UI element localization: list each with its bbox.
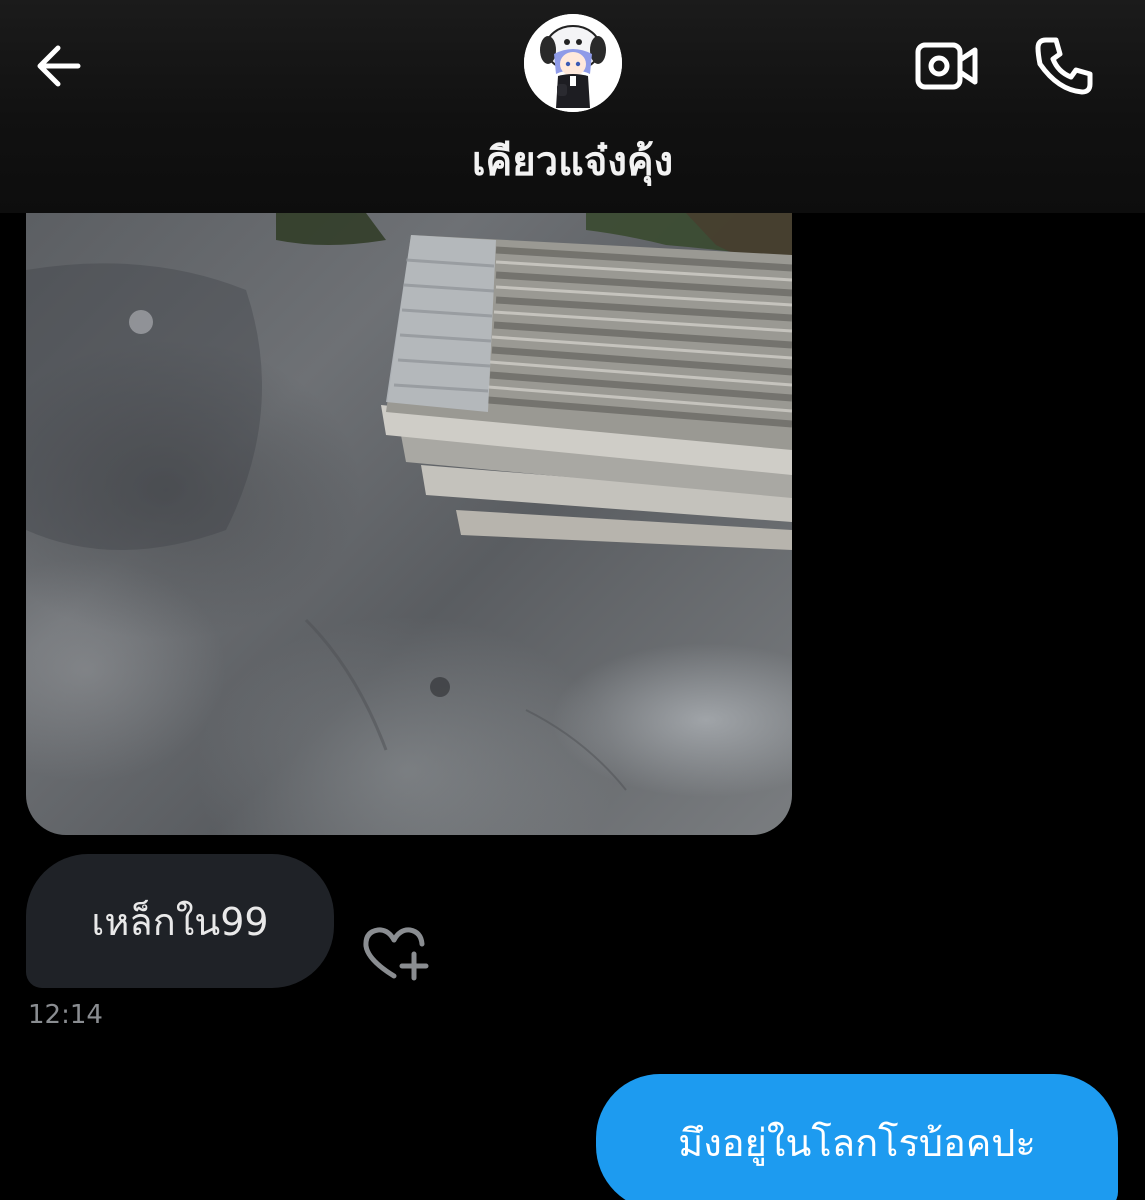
heart-plus-icon	[363, 927, 429, 981]
arrow-left-icon	[37, 45, 81, 87]
back-button[interactable]	[22, 30, 94, 102]
contact-avatar[interactable]	[524, 14, 622, 112]
phone-icon	[1035, 37, 1093, 95]
outgoing-message-bubble[interactable]: มึงอยู่ในโลกโรบ้อคปะ	[596, 1074, 1118, 1200]
video-call-button[interactable]	[905, 28, 989, 104]
add-reaction-button[interactable]	[358, 924, 430, 984]
contact-name[interactable]: เคียวแจ๋งคุ้ง	[0, 132, 1145, 192]
image-message[interactable]	[26, 150, 792, 835]
photo-corrugated-metal-sheets	[26, 209, 792, 791]
conversation-header: เคียวแจ๋งคุ้ง	[0, 0, 1145, 213]
incoming-message-bubble[interactable]: เหล็กใน99	[26, 854, 334, 988]
message-timestamp: 12:14	[28, 1000, 103, 1030]
avatar-illustration	[524, 14, 622, 112]
video-camera-icon	[915, 42, 978, 90]
voice-call-button[interactable]	[1022, 26, 1106, 106]
dm-conversation-screen: เคียวแจ๋งคุ้ง เหล็กใน99 12:14 มึงอยู่ในโ…	[0, 0, 1145, 1200]
